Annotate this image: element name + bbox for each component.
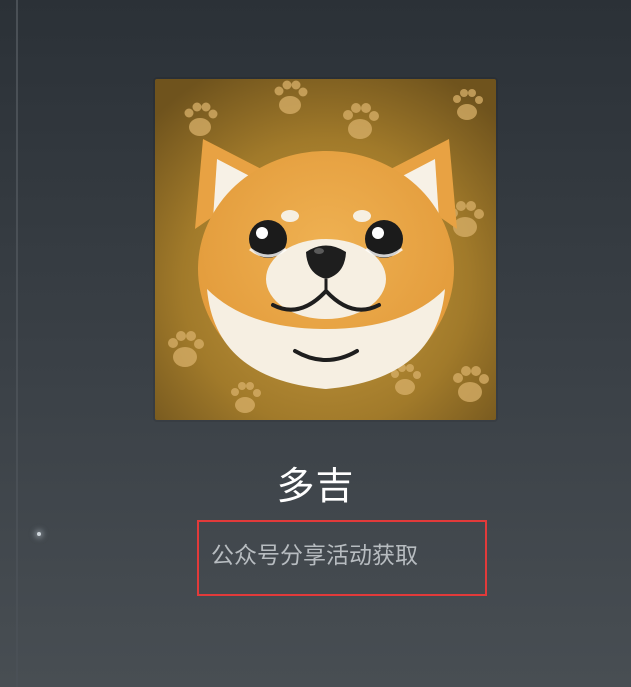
character-avatar: [155, 79, 496, 420]
acquisition-source-text: 公众号分享活动获取: [211, 543, 418, 569]
left-divider: [16, 0, 18, 687]
character-name: 多吉: [276, 464, 355, 508]
acquisition-source-highlight: 公众号分享活动获取: [197, 520, 487, 596]
sparkle-dot: [37, 532, 41, 536]
shiba-dog-avatar-icon: [155, 79, 496, 420]
